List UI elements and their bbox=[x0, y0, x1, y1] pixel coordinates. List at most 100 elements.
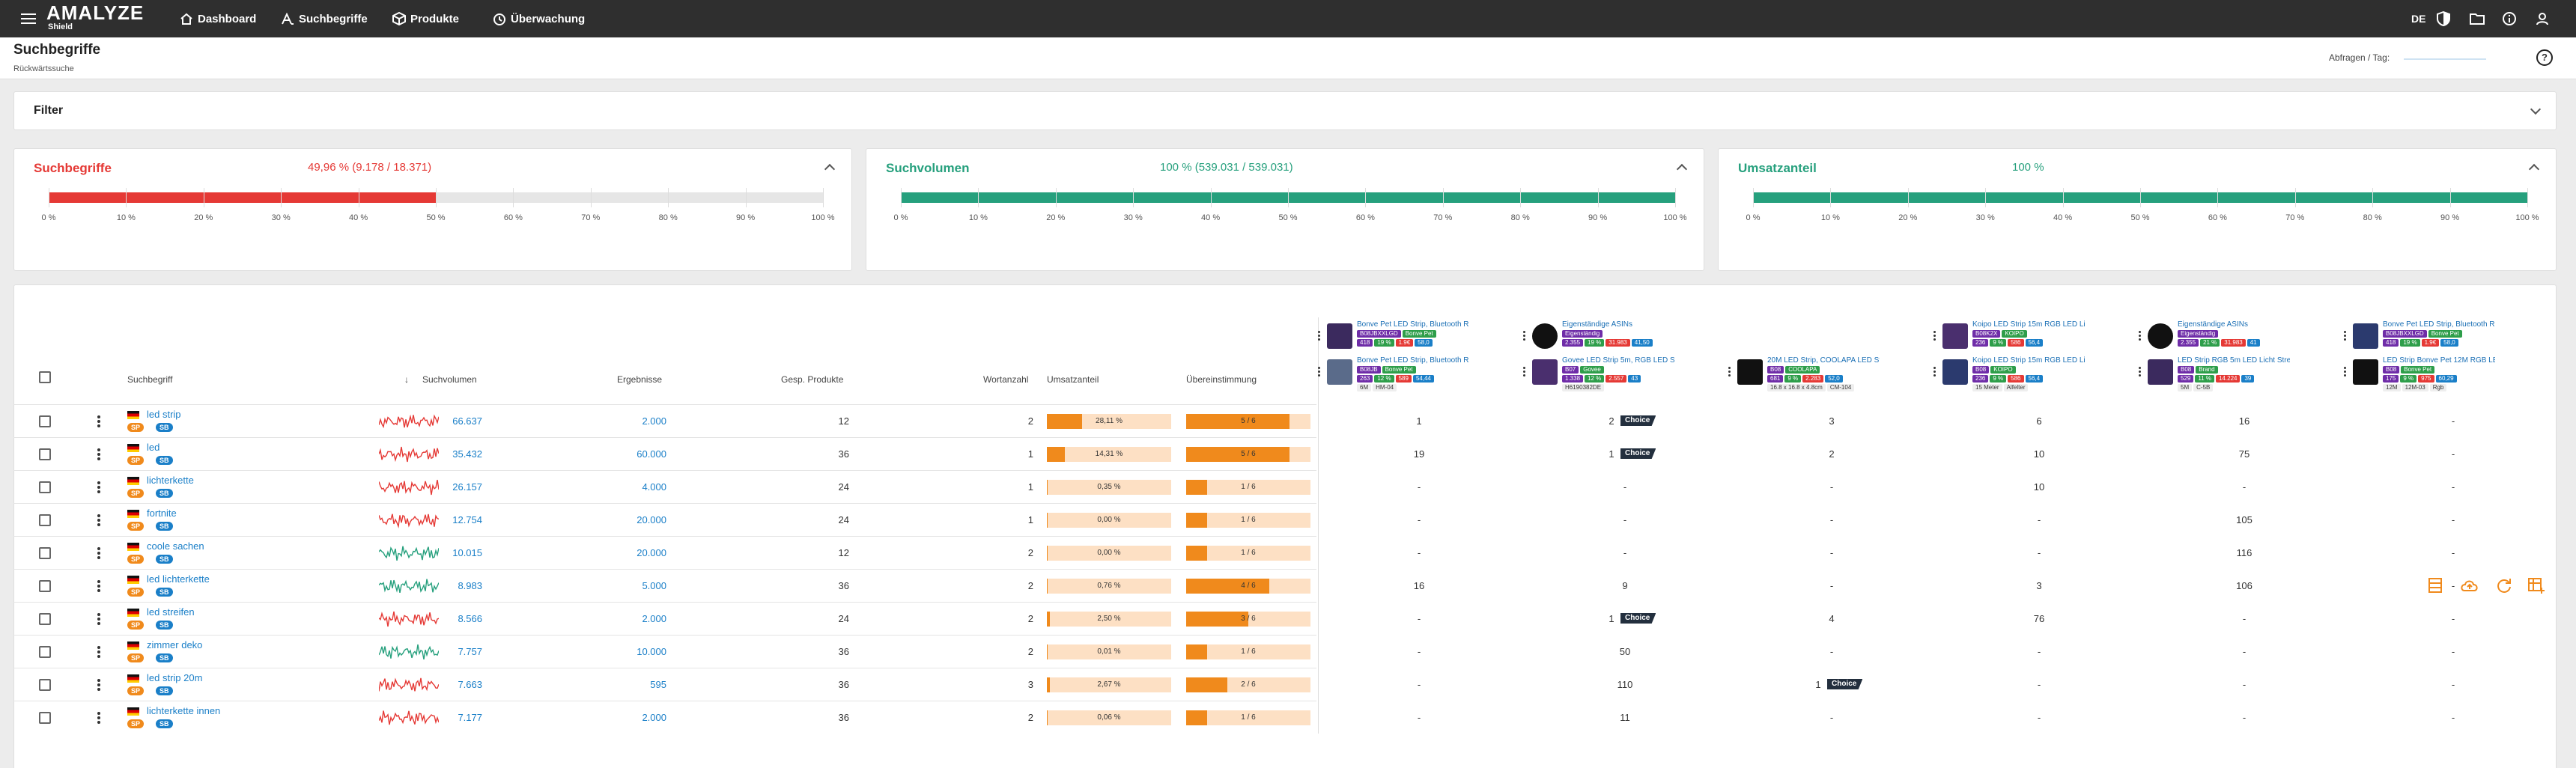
kebab-icon[interactable] bbox=[2139, 331, 2141, 341]
refresh-icon[interactable] bbox=[2496, 577, 2512, 594]
chevron-up-icon[interactable] bbox=[1676, 163, 1688, 175]
kebab-icon[interactable] bbox=[1933, 367, 1936, 377]
row-checkbox[interactable] bbox=[39, 712, 51, 724]
kebab-icon[interactable] bbox=[2139, 367, 2141, 377]
col-words[interactable]: Wortanzahl bbox=[983, 374, 1028, 385]
results-count[interactable]: 4.000 bbox=[642, 481, 666, 493]
row-checkbox[interactable] bbox=[39, 646, 51, 658]
table-view-icon[interactable] bbox=[2427, 577, 2443, 594]
chevron-up-icon[interactable] bbox=[2528, 163, 2540, 175]
table-row[interactable]: led strip 20m SP SB 7.663 595 36 3 2,67 … bbox=[13, 668, 2455, 701]
select-all-checkbox[interactable] bbox=[39, 371, 51, 383]
kebab-icon[interactable] bbox=[97, 712, 100, 724]
col-match[interactable]: Übereinstimmung bbox=[1186, 374, 1257, 385]
product-top-2[interactable]: Eigenständige ASINs Eigenständig 2.355 19… bbox=[1523, 320, 1727, 356]
product-title[interactable]: 20M LED Strip, COOLAPA LED Streife bbox=[1767, 356, 1880, 365]
keyword-link[interactable]: led strip bbox=[147, 409, 181, 420]
product-title[interactable]: LED Strip RGB 5m LED Licht Streifen bbox=[2178, 356, 2290, 365]
product-bottom-2[interactable]: Govee LED Strip 5m, RGB LED Streife B07G… bbox=[1523, 356, 1727, 392]
search-volume[interactable]: 26.157 bbox=[452, 481, 482, 493]
nav-dashboard[interactable]: Dashboard bbox=[180, 0, 256, 37]
search-volume[interactable]: 7.663 bbox=[458, 679, 482, 690]
product-bottom-5[interactable]: LED Strip RGB 5m LED Licht Streifen B08B… bbox=[2139, 356, 2342, 392]
kebab-icon[interactable] bbox=[1728, 367, 1731, 377]
search-volume[interactable]: 66.637 bbox=[452, 415, 482, 427]
kebab-icon[interactable] bbox=[1318, 331, 1320, 341]
table-row[interactable]: led streifen SP SB 8.566 2.000 24 2 2,50… bbox=[13, 602, 2455, 635]
col-volume[interactable]: Suchvolumen bbox=[422, 374, 477, 385]
filter-panel[interactable]: Filter bbox=[13, 91, 2557, 130]
product-bottom-3[interactable]: 20M LED Strip, COOLAPA LED Streife B08CO… bbox=[1728, 356, 1932, 392]
row-checkbox[interactable] bbox=[39, 547, 51, 559]
results-count[interactable]: 20.000 bbox=[637, 514, 666, 525]
product-bottom-6[interactable]: LED Strip Bonve Pet 12M RGB LED Str B08B… bbox=[2344, 356, 2548, 392]
row-checkbox[interactable] bbox=[39, 448, 51, 460]
kebab-icon[interactable] bbox=[97, 547, 100, 559]
product-title[interactable]: Eigenständige ASINs bbox=[1562, 320, 1674, 329]
row-checkbox[interactable] bbox=[39, 481, 51, 493]
table-row[interactable]: zimmer deko SP SB 7.757 10.000 36 2 0,01… bbox=[13, 635, 2455, 668]
kebab-icon[interactable] bbox=[97, 448, 100, 460]
keyword-link[interactable]: led streifen bbox=[147, 606, 195, 618]
kebab-icon[interactable] bbox=[1933, 331, 1936, 341]
kebab-icon[interactable] bbox=[97, 514, 100, 526]
results-count[interactable]: 2.000 bbox=[642, 613, 666, 624]
product-title[interactable]: Koipo LED Strip 15m RGB LED Lichte bbox=[1972, 356, 2085, 365]
menu-icon[interactable] bbox=[21, 0, 36, 37]
product-top-1[interactable]: Bonve Pet LED Strip, Bluetooth RGB L B08… bbox=[1318, 320, 1522, 356]
results-count[interactable]: 20.000 bbox=[637, 547, 666, 558]
kebab-icon[interactable] bbox=[1523, 331, 1525, 341]
kebab-icon[interactable] bbox=[1318, 367, 1320, 377]
keyword-link[interactable]: led strip 20m bbox=[147, 672, 202, 683]
language-select[interactable]: DE bbox=[2411, 0, 2425, 37]
table-row[interactable]: lichterkette innen SP SB 7.177 2.000 36 … bbox=[13, 701, 2455, 734]
results-count[interactable]: 60.000 bbox=[637, 448, 666, 460]
keyword-link[interactable]: coole sachen bbox=[147, 540, 204, 552]
help-icon[interactable]: ? bbox=[2536, 49, 2553, 66]
keyword-link[interactable]: lichterkette innen bbox=[147, 705, 220, 716]
kebab-icon[interactable] bbox=[97, 679, 100, 691]
table-row[interactable]: fortnite SP SB 12.754 20.000 24 1 0,00 %… bbox=[13, 503, 2455, 536]
product-title[interactable]: Bonve Pet LED Strip, Bluetooth RGB L bbox=[1357, 320, 1469, 329]
row-checkbox[interactable] bbox=[39, 415, 51, 427]
table-row[interactable]: led lichterkette SP SB 8.983 5.000 36 2 … bbox=[13, 569, 2455, 602]
row-checkbox[interactable] bbox=[39, 613, 51, 625]
keyword-link[interactable]: lichterkette bbox=[147, 475, 194, 486]
kebab-icon[interactable] bbox=[2344, 367, 2346, 377]
table-row[interactable]: led SP SB 35.432 60.000 36 1 14,31 % 5 /… bbox=[13, 437, 2455, 470]
user-icon[interactable] bbox=[2536, 0, 2549, 37]
search-volume[interactable]: 8.566 bbox=[458, 613, 482, 624]
shield-icon[interactable] bbox=[2437, 0, 2450, 37]
kebab-icon[interactable] bbox=[97, 415, 100, 427]
nav-ueberwachung[interactable]: Überwachung bbox=[493, 0, 585, 37]
results-count[interactable]: 2.000 bbox=[642, 415, 666, 427]
search-volume[interactable]: 7.177 bbox=[458, 712, 482, 723]
keyword-link[interactable]: led lichterkette bbox=[147, 573, 210, 585]
product-title[interactable]: Govee LED Strip 5m, RGB LED Streife bbox=[1562, 356, 1674, 365]
product-title[interactable]: LED Strip Bonve Pet 12M RGB LED Str bbox=[2383, 356, 2495, 365]
product-bottom-4[interactable]: Koipo LED Strip 15m RGB LED Lichte B08KO… bbox=[1933, 356, 2137, 392]
product-title[interactable]: Bonve Pet LED Strip, Bluetooth RGB L bbox=[1357, 356, 1469, 365]
row-checkbox[interactable] bbox=[39, 580, 51, 592]
kebab-icon[interactable] bbox=[1523, 367, 1525, 377]
product-top-6[interactable]: Bonve Pet LED Strip, Bluetooth RGB L B08… bbox=[2344, 320, 2548, 356]
col-share[interactable]: Umsatzanteil bbox=[1047, 374, 1099, 385]
folder-icon[interactable] bbox=[2470, 0, 2485, 37]
product-title[interactable]: Eigenständige ASINs bbox=[2178, 320, 2290, 329]
row-checkbox[interactable] bbox=[39, 514, 51, 526]
keyword-link[interactable]: zimmer deko bbox=[147, 639, 202, 650]
table-row[interactable]: lichterkette SP SB 26.157 4.000 24 1 0,3… bbox=[13, 470, 2455, 503]
kebab-icon[interactable] bbox=[97, 613, 100, 625]
col-results[interactable]: Ergebnisse bbox=[617, 374, 662, 385]
search-volume[interactable]: 7.757 bbox=[458, 646, 482, 657]
search-volume[interactable]: 12.754 bbox=[452, 514, 482, 525]
product-top-5[interactable]: Eigenständige ASINs Eigenständig 2.355 21… bbox=[2139, 320, 2342, 356]
kebab-icon[interactable] bbox=[2344, 331, 2346, 341]
info-icon[interactable] bbox=[2503, 0, 2516, 37]
add-column-icon[interactable] bbox=[2527, 577, 2545, 594]
results-count[interactable]: 5.000 bbox=[642, 580, 666, 591]
kebab-icon[interactable] bbox=[97, 646, 100, 658]
kebab-icon[interactable] bbox=[97, 580, 100, 592]
search-volume[interactable]: 10.015 bbox=[452, 547, 482, 558]
keyword-link[interactable]: fortnite bbox=[147, 508, 177, 519]
